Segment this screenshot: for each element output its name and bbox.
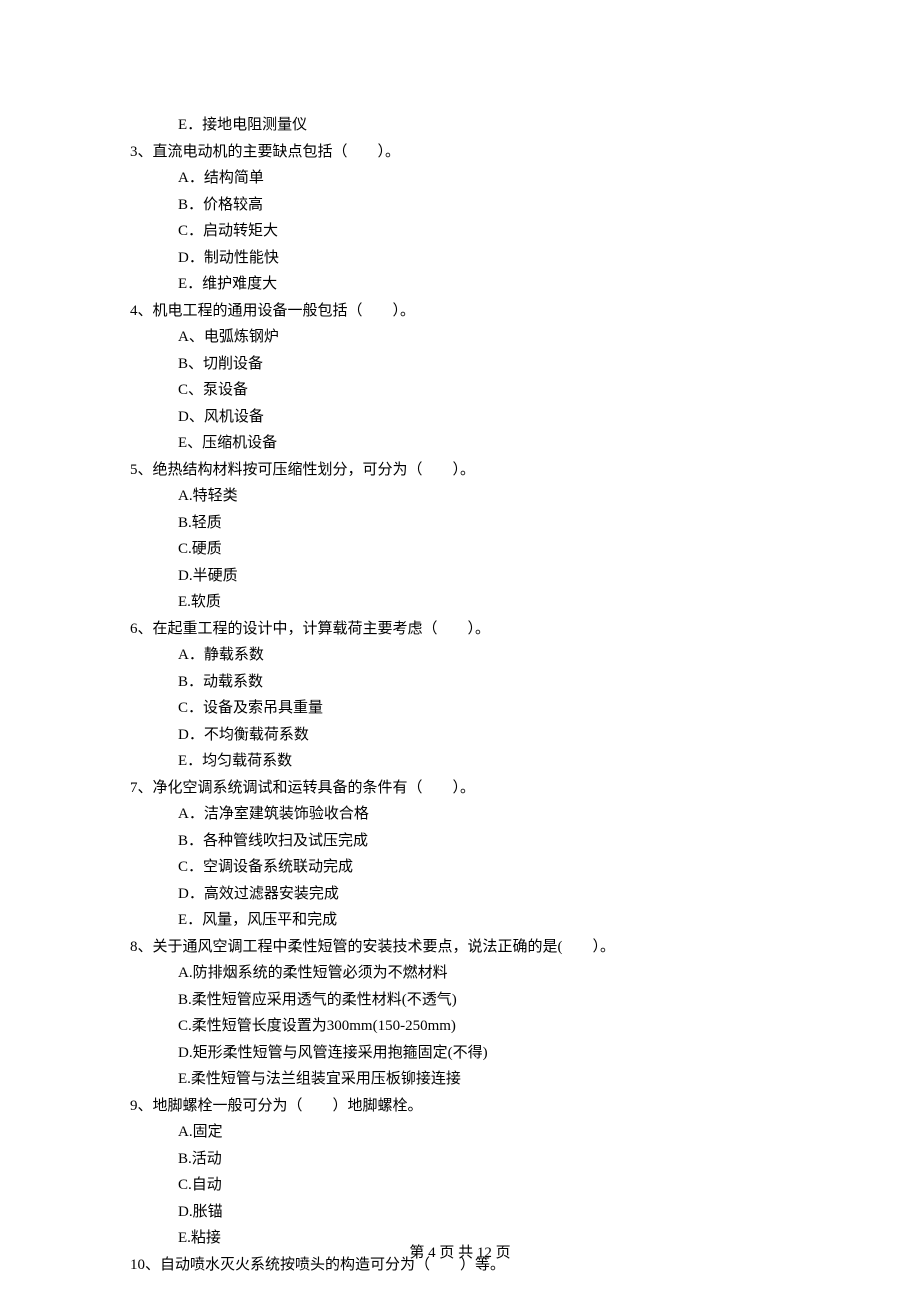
option-e: E．风量，风压平和完成 [130,907,790,934]
question-number: 4、 [130,303,153,319]
option-c: C.柔性短管长度设置为300mm(150-250mm) [130,1013,790,1040]
page-content: E．接地电阻测量仪 3、直流电动机的主要缺点包括（ ）。 A．结构简单 B．价格… [0,0,920,1278]
option-e: E.软质 [130,589,790,616]
option-c: C、泵设备 [130,377,790,404]
option-d: D、风机设备 [130,404,790,431]
question-stem: 4、机电工程的通用设备一般包括（ ）。 [130,298,790,325]
option-d: D．高效过滤器安装完成 [130,881,790,908]
question-number: 5、 [130,462,153,478]
question-text: 直流电动机的主要缺点包括（ ）。 [153,144,401,160]
option-b: B.活动 [130,1146,790,1173]
option-e: E．维护难度大 [130,271,790,298]
question-text: 机电工程的通用设备一般包括（ ）。 [153,303,416,319]
question-text: 地脚螺栓一般可分为（ ）地脚螺栓。 [153,1098,423,1114]
option-a: A．洁净室建筑装饰验收合格 [130,801,790,828]
option-c: C.硬质 [130,536,790,563]
question-number: 8、 [130,939,153,955]
option-b: B．价格较高 [130,192,790,219]
question-text: 在起重工程的设计中，计算载荷主要考虑（ ）。 [153,621,491,637]
option-a: A．结构简单 [130,165,790,192]
option-c: C．设备及索吊具重量 [130,695,790,722]
option-c: C.自动 [130,1172,790,1199]
option-b: B．动载系数 [130,669,790,696]
question-stem: 5、绝热结构材料按可压缩性划分，可分为（ ）。 [130,457,790,484]
question-stem: 8、关于通风空调工程中柔性短管的安装技术要点，说法正确的是( ）。 [130,934,790,961]
option-c: C．空调设备系统联动完成 [130,854,790,881]
option-a: A．静载系数 [130,642,790,669]
question-number: 9、 [130,1098,153,1114]
option-d: D.半硬质 [130,563,790,590]
question-stem: 3、直流电动机的主要缺点包括（ ）。 [130,139,790,166]
question-number: 6、 [130,621,153,637]
option-d: D.矩形柔性短管与风管连接采用抱箍固定(不得) [130,1040,790,1067]
option-e: E.柔性短管与法兰组装宜采用压板铆接连接 [130,1066,790,1093]
question-number: 7、 [130,780,153,796]
option-e: E．均匀载荷系数 [130,748,790,775]
question-text: 净化空调系统调试和运转具备的条件有（ ）。 [153,780,476,796]
option-a: A.特轻类 [130,483,790,510]
question-text: 绝热结构材料按可压缩性划分，可分为（ ）。 [153,462,476,478]
option-a: A.防排烟系统的柔性短管必须为不燃材料 [130,960,790,987]
option-b: B．各种管线吹扫及试压完成 [130,828,790,855]
question-stem: 9、地脚螺栓一般可分为（ ）地脚螺栓。 [130,1093,790,1120]
question-stem: 7、净化空调系统调试和运转具备的条件有（ ）。 [130,775,790,802]
question-text: 关于通风空调工程中柔性短管的安装技术要点，说法正确的是( ）。 [153,939,616,955]
option-e: E、压缩机设备 [130,430,790,457]
option-a: A、电弧炼钢炉 [130,324,790,351]
option-b: B.柔性短管应采用透气的柔性材料(不透气) [130,987,790,1014]
option-c: C．启动转矩大 [130,218,790,245]
question-stem: 6、在起重工程的设计中，计算载荷主要考虑（ ）。 [130,616,790,643]
option-b: B、切削设备 [130,351,790,378]
option-b: B.轻质 [130,510,790,537]
option-d: D.胀锚 [130,1199,790,1226]
option-a: A.固定 [130,1119,790,1146]
option-d: D．制动性能快 [130,245,790,272]
option-d: D．不均衡载荷系数 [130,722,790,749]
leading-option: E．接地电阻测量仪 [130,112,790,139]
question-number: 3、 [130,144,153,160]
page-footer: 第 4 页 共 12 页 [0,1241,920,1262]
